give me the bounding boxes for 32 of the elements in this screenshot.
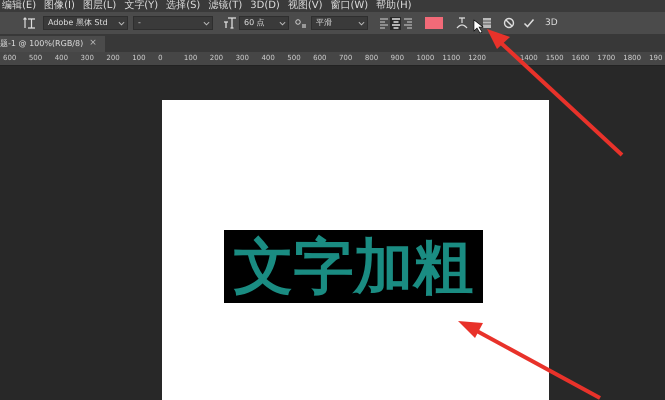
align-center-button[interactable] (390, 16, 401, 30)
menu-item[interactable]: 编辑(E) (2, 0, 36, 12)
menu-item[interactable]: 图层(L) (82, 0, 116, 12)
caret-icon[interactable] (118, 20, 125, 26)
panel-toggle-icon[interactable] (480, 16, 494, 30)
font-family-dropdown[interactable]: Adobe 黑体 Std (43, 16, 128, 30)
caret-icon[interactable] (203, 20, 210, 26)
menu-item[interactable]: 选择(S) (166, 0, 200, 12)
menu-item[interactable]: 图像(I) (44, 0, 75, 12)
bold-text-layer: 文字加粗 (224, 230, 483, 303)
text-orientation-icon[interactable] (22, 16, 36, 30)
cancel-icon[interactable] (502, 16, 516, 30)
3d-button[interactable]: 3D (545, 17, 558, 29)
cursor-icon (474, 19, 484, 34)
close-tab-button[interactable]: × (89, 37, 97, 51)
font-size-icon[interactable] (223, 16, 237, 30)
font-size-dropdown[interactable]: 60 点 (239, 16, 289, 30)
text-color-swatch[interactable] (425, 17, 443, 29)
caret-icon[interactable] (358, 20, 365, 26)
commit-check-icon[interactable] (522, 16, 536, 30)
document-tab[interactable]: 题-1 @ 100%(RGB/8) × (0, 36, 105, 52)
anti-alias-dropdown[interactable]: 平滑 (311, 16, 368, 30)
caret-icon[interactable] (279, 20, 286, 26)
menu-item[interactable]: 滤镜(T) (208, 0, 242, 12)
menu-item[interactable]: 视图(V) (288, 0, 322, 12)
font-style-dropdown[interactable]: - (133, 16, 213, 30)
document-tab-title[interactable]: 题-1 @ 100%(RGB/8) (0, 38, 84, 50)
align-left-button[interactable] (378, 16, 389, 30)
menu-item[interactable]: 3D(D) (250, 0, 280, 12)
align-right-button[interactable] (402, 16, 413, 30)
warp-text-icon[interactable] (455, 16, 469, 30)
menu-item[interactable]: 帮助(H) (376, 0, 412, 12)
